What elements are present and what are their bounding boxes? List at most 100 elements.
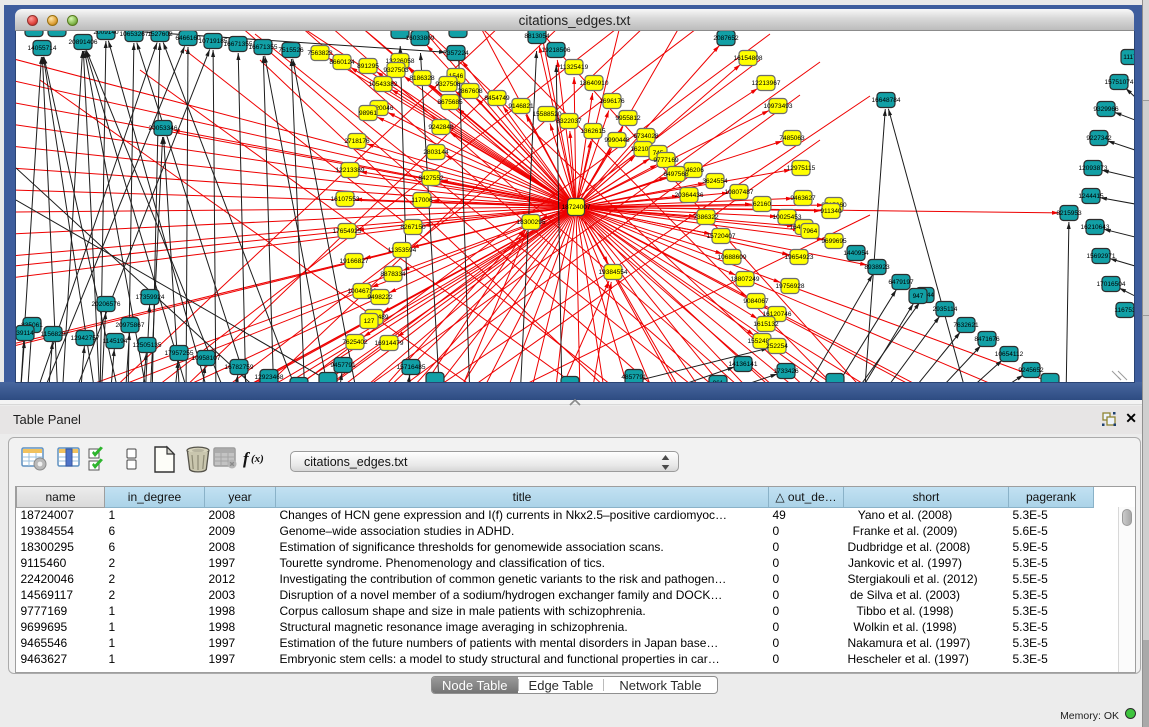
svg-text:1145194: 1145194 <box>103 338 128 345</box>
svg-text:1156829: 1156829 <box>41 331 66 338</box>
svg-text:15751074: 15751074 <box>1105 79 1134 86</box>
svg-text:12942757: 12942757 <box>71 335 100 342</box>
svg-text:8215953: 8215953 <box>1056 210 1082 217</box>
svg-text:8878334: 8878334 <box>380 271 406 278</box>
svg-text:2935114: 2935114 <box>933 306 958 313</box>
svg-text:15692971: 15692971 <box>1087 253 1116 260</box>
svg-text:18807249: 18807249 <box>731 276 760 283</box>
svg-text:6734028: 6734028 <box>633 133 659 140</box>
svg-text:8267150: 8267150 <box>400 224 426 231</box>
svg-text:18300295: 18300295 <box>517 219 546 226</box>
svg-text:8660124: 8660124 <box>329 59 355 66</box>
svg-text:7625402: 7625402 <box>342 339 368 346</box>
svg-text:1696176: 1696176 <box>599 98 625 105</box>
svg-text:19384554: 19384554 <box>599 269 628 276</box>
svg-text:9498222: 9498222 <box>367 294 393 301</box>
svg-text:9327508: 9327508 <box>435 81 461 88</box>
svg-text:116753: 116753 <box>1114 307 1134 314</box>
svg-text:1733426: 1733426 <box>773 368 799 375</box>
svg-text:8186328: 8186328 <box>409 75 435 82</box>
svg-text:17359924: 17359924 <box>136 294 165 301</box>
svg-text:9777169: 9777169 <box>653 157 679 164</box>
svg-text:20206576: 20206576 <box>92 301 121 308</box>
svg-text:8454749: 8454749 <box>484 95 510 102</box>
svg-text:10653267: 10653267 <box>120 31 149 38</box>
svg-text:7964: 7964 <box>803 228 818 235</box>
svg-text:1440954: 1440954 <box>843 250 869 257</box>
svg-text:19166827: 19166827 <box>340 258 369 265</box>
svg-text:12213967: 12213967 <box>752 80 781 87</box>
svg-text:11325419: 11325419 <box>560 64 589 71</box>
svg-text:8427552: 8427552 <box>418 175 444 182</box>
svg-text:20891406: 20891406 <box>69 39 98 46</box>
svg-text:6479197: 6479197 <box>888 279 914 286</box>
svg-text:17957255: 17957255 <box>165 350 194 357</box>
svg-text:39114: 39114 <box>16 330 34 337</box>
svg-text:7357224: 7357224 <box>443 50 469 57</box>
svg-text:9457791: 9457791 <box>330 362 356 369</box>
svg-text:f: f <box>243 449 251 468</box>
svg-text:2803144: 2803144 <box>423 149 449 156</box>
svg-text:15720407: 15720407 <box>707 233 736 240</box>
svg-text:1615132: 1615132 <box>753 321 779 328</box>
svg-text:10958107: 10958107 <box>192 355 221 362</box>
svg-text:14136141: 14136141 <box>729 361 758 368</box>
svg-text:9245652: 9245652 <box>1018 367 1044 374</box>
svg-text:16033809: 16033809 <box>406 35 435 42</box>
svg-text:9329966: 9329966 <box>1093 106 1119 113</box>
svg-text:16210643: 16210643 <box>1081 224 1110 231</box>
svg-text:16671355: 16671355 <box>249 44 278 51</box>
svg-text:7485063: 7485063 <box>779 135 805 142</box>
svg-text:20975867: 20975867 <box>116 322 145 329</box>
svg-text:2087652: 2087652 <box>713 35 739 42</box>
svg-text:12975115: 12975115 <box>787 165 816 172</box>
svg-text:12505135: 12505135 <box>133 342 162 349</box>
svg-text:9463627: 9463627 <box>790 195 816 202</box>
svg-text:20053346: 20053346 <box>149 125 178 132</box>
svg-text:16648784: 16648784 <box>872 97 901 104</box>
svg-text:10654112: 10654112 <box>995 351 1024 358</box>
svg-text:1362615: 1362615 <box>580 128 606 135</box>
svg-text:10973493: 10973493 <box>764 103 793 110</box>
svg-text:2867608: 2867608 <box>457 88 483 95</box>
svg-text:7386322: 7386322 <box>693 214 719 221</box>
svg-text:19654923: 19654923 <box>785 254 814 261</box>
svg-text:16914479: 16914479 <box>375 340 404 347</box>
svg-text:8813054: 8813054 <box>524 33 550 40</box>
svg-text:1117: 1117 <box>1123 54 1134 61</box>
svg-text:19218506: 19218506 <box>542 47 571 54</box>
svg-text:7632621: 7632621 <box>953 322 979 329</box>
svg-text:12093873: 12093873 <box>1079 165 1108 172</box>
svg-text:7563822: 7563822 <box>307 50 333 57</box>
svg-text:10688609: 10688609 <box>718 254 747 261</box>
svg-text:10543382: 10543382 <box>369 81 398 88</box>
svg-text:8938923: 8938923 <box>864 264 890 271</box>
svg-text:16782759: 16782759 <box>225 364 254 371</box>
svg-text:9990448: 9990448 <box>604 137 630 144</box>
svg-text:9699695: 9699695 <box>821 238 847 245</box>
svg-text:3624554: 3624554 <box>702 178 728 185</box>
svg-text:16154808: 16154808 <box>734 55 763 62</box>
svg-text:8675685: 8675685 <box>437 99 463 106</box>
svg-text:98961: 98961 <box>359 110 377 117</box>
svg-text:15588520: 15588520 <box>533 111 562 118</box>
svg-text:961: 961 <box>713 380 724 382</box>
svg-text:12923468: 12923468 <box>255 374 284 381</box>
svg-text:2009140: 2009140 <box>93 31 119 36</box>
svg-text:11353594: 11353594 <box>388 247 417 254</box>
svg-text:62160: 62160 <box>753 201 771 208</box>
svg-text:10807487: 10807487 <box>725 189 754 196</box>
svg-text:9955812: 9955812 <box>615 115 641 122</box>
svg-text:20364436: 20364436 <box>675 192 704 199</box>
svg-text:12213389: 12213389 <box>336 167 365 174</box>
svg-text:9242848: 9242848 <box>428 124 454 131</box>
svg-text:891295: 891295 <box>357 63 379 70</box>
svg-text:9327503: 9327503 <box>383 67 409 74</box>
svg-text:18640910: 18640910 <box>580 80 609 87</box>
svg-text:7515526: 7515526 <box>278 47 304 54</box>
svg-text:6497568: 6497568 <box>663 171 689 178</box>
svg-text:911340: 911340 <box>820 208 842 215</box>
svg-text:(x): (x) <box>251 453 264 465</box>
svg-text:2718176: 2718176 <box>344 138 370 145</box>
svg-text:9146821: 9146821 <box>508 103 534 110</box>
